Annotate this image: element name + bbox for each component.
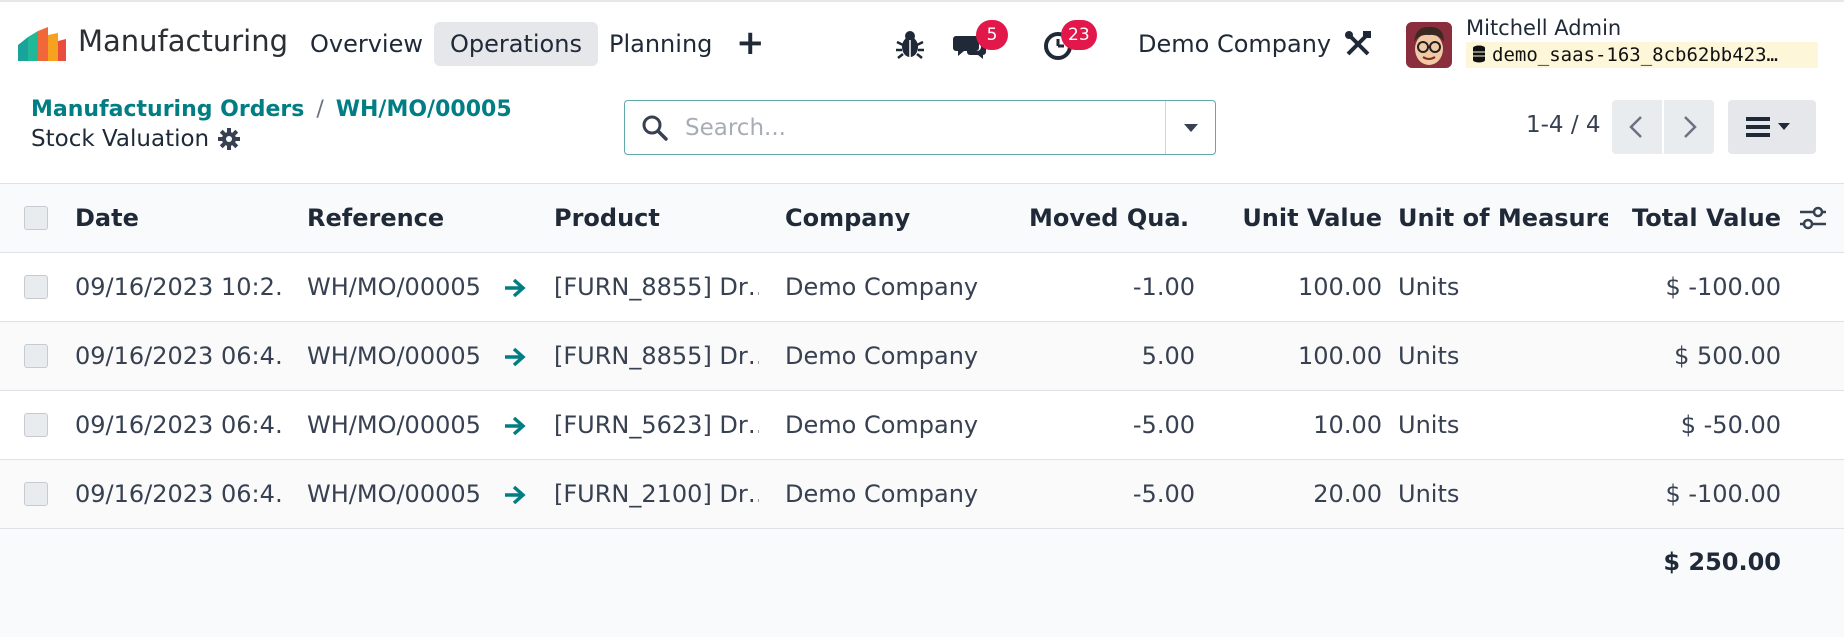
search-icon [642, 115, 668, 141]
cell-moved-quantity: -5.00 [1132, 411, 1195, 439]
bug-icon[interactable] [893, 28, 927, 62]
messages-badge: 5 [976, 20, 1008, 50]
column-unit-value[interactable]: Unit Value [1190, 184, 1382, 252]
column-unit-of-measure[interactable]: Unit of Measure [1398, 184, 1608, 252]
cell-product: [FURN_2100] Dr… [554, 480, 759, 508]
cell-unit-of-measure: Units [1398, 273, 1460, 301]
plus-icon[interactable]: + [736, 26, 765, 60]
pager-next-button[interactable] [1664, 100, 1714, 154]
pager-previous-button[interactable] [1612, 100, 1662, 154]
cell-total-value: $ -100.00 [1665, 273, 1781, 301]
column-company[interactable]: Company [785, 184, 985, 252]
cell-moved-quantity: -5.00 [1132, 480, 1195, 508]
table-row[interactable]: 09/16/2023 10:2… WH/MO/00005 [FURN_8855] D… [0, 253, 1844, 322]
search-input[interactable] [685, 109, 1135, 147]
user-name[interactable]: Mitchell Admin [1466, 16, 1621, 40]
tools-icon[interactable] [1343, 29, 1373, 59]
chevron-left-icon [1629, 116, 1642, 138]
row-checkbox[interactable] [24, 413, 48, 437]
breadcrumb: Manufacturing Orders / WH/MO/00005 [31, 97, 512, 122]
table-header: Date Reference Product Company Moved Qua… [0, 184, 1844, 253]
cell-reference: WH/MO/00005 [307, 480, 481, 508]
total-value-sum: $ 250.00 [1663, 548, 1781, 576]
cell-date: 09/16/2023 10:2… [75, 273, 285, 301]
cell-product: [FURN_8855] Dr… [554, 273, 759, 301]
database-icon [1473, 45, 1485, 63]
table-row[interactable]: 09/16/2023 06:4… WH/MO/00005 [FURN_2100] D… [0, 460, 1844, 529]
app-name[interactable]: Manufacturing [78, 24, 288, 58]
cell-reference: WH/MO/00005 [307, 411, 481, 439]
optional-columns-icon[interactable] [1798, 204, 1828, 232]
cell-product: [FURN_8855] Dr… [554, 342, 759, 370]
row-checkbox[interactable] [24, 275, 48, 299]
table-row[interactable]: 09/16/2023 06:4… WH/MO/00005 [FURN_5623] D… [0, 391, 1844, 460]
cell-unit-value: 100.00 [1298, 273, 1382, 301]
breadcrumb-manufacturing-orders[interactable]: Manufacturing Orders [31, 97, 304, 122]
arrow-right-icon[interactable] [502, 413, 528, 439]
cell-company: Demo Company [785, 342, 979, 370]
row-checkbox[interactable] [24, 344, 48, 368]
cell-total-value: $ -100.00 [1665, 480, 1781, 508]
cell-product: [FURN_5623] Dr… [554, 411, 759, 439]
page-title: Stock Valuation [31, 126, 210, 152]
cell-unit-value: 10.00 [1313, 411, 1382, 439]
manufacturing-app-icon[interactable] [18, 27, 66, 61]
top-border [0, 0, 1844, 2]
arrow-right-icon[interactable] [502, 344, 528, 370]
search-bar [624, 100, 1216, 155]
column-reference[interactable]: Reference [307, 184, 487, 252]
cell-unit-of-measure: Units [1398, 411, 1460, 439]
database-name: demo_saas-163_8cb62bb423… [1466, 42, 1818, 68]
list-view: Date Reference Product Company Moved Qua… [0, 183, 1844, 637]
cell-unit-value: 20.00 [1313, 480, 1382, 508]
cell-date: 09/16/2023 06:4… [75, 411, 285, 439]
cell-date: 09/16/2023 06:4… [75, 342, 285, 370]
company-switcher[interactable]: Demo Company [1138, 30, 1331, 58]
cell-moved-quantity: -1.00 [1132, 273, 1195, 301]
list-view-icon [1746, 117, 1790, 137]
top-navbar: Manufacturing Overview Operations Planni… [0, 0, 1844, 76]
cell-reference: WH/MO/00005 [307, 273, 481, 301]
cell-unit-of-measure: Units [1398, 342, 1460, 370]
arrow-right-icon[interactable] [502, 275, 528, 301]
menu-operations[interactable]: Operations [434, 22, 598, 66]
breadcrumb-separator: / [316, 97, 324, 122]
column-product[interactable]: Product [554, 184, 754, 252]
menu-planning[interactable]: Planning [593, 22, 728, 66]
cell-company: Demo Company [785, 273, 979, 301]
breadcrumb-mo-reference[interactable]: WH/MO/00005 [336, 97, 512, 122]
gear-icon[interactable] [217, 127, 241, 151]
column-date[interactable]: Date [75, 184, 275, 252]
database-label: demo_saas-163_8cb62bb423… [1492, 44, 1778, 66]
chevron-right-icon [1684, 116, 1697, 138]
cell-unit-of-measure: Units [1398, 480, 1460, 508]
arrow-right-icon[interactable] [502, 482, 528, 508]
view-switcher-button[interactable] [1728, 100, 1816, 154]
select-all-checkbox[interactable] [24, 206, 48, 230]
cell-total-value: $ -50.00 [1680, 411, 1781, 439]
row-checkbox[interactable] [24, 482, 48, 506]
column-total-value[interactable]: Total Value [1600, 184, 1781, 252]
cell-company: Demo Company [785, 411, 979, 439]
cell-company: Demo Company [785, 480, 979, 508]
cell-date: 09/16/2023 06:4… [75, 480, 285, 508]
table-row[interactable]: 09/16/2023 06:4… WH/MO/00005 [FURN_8855] D… [0, 322, 1844, 391]
user-avatar[interactable] [1406, 22, 1452, 68]
cell-unit-value: 100.00 [1298, 342, 1382, 370]
cell-moved-quantity: 5.00 [1141, 342, 1195, 370]
column-moved-quantity[interactable]: Moved Qua… [1029, 184, 1189, 252]
menu-overview[interactable]: Overview [294, 22, 439, 66]
search-options-toggle[interactable] [1165, 101, 1215, 154]
activities-badge: 23 [1061, 20, 1097, 50]
cell-total-value: $ 500.00 [1674, 342, 1781, 370]
cell-reference: WH/MO/00005 [307, 342, 481, 370]
pager-value[interactable]: 1-4 / 4 [1526, 112, 1601, 138]
